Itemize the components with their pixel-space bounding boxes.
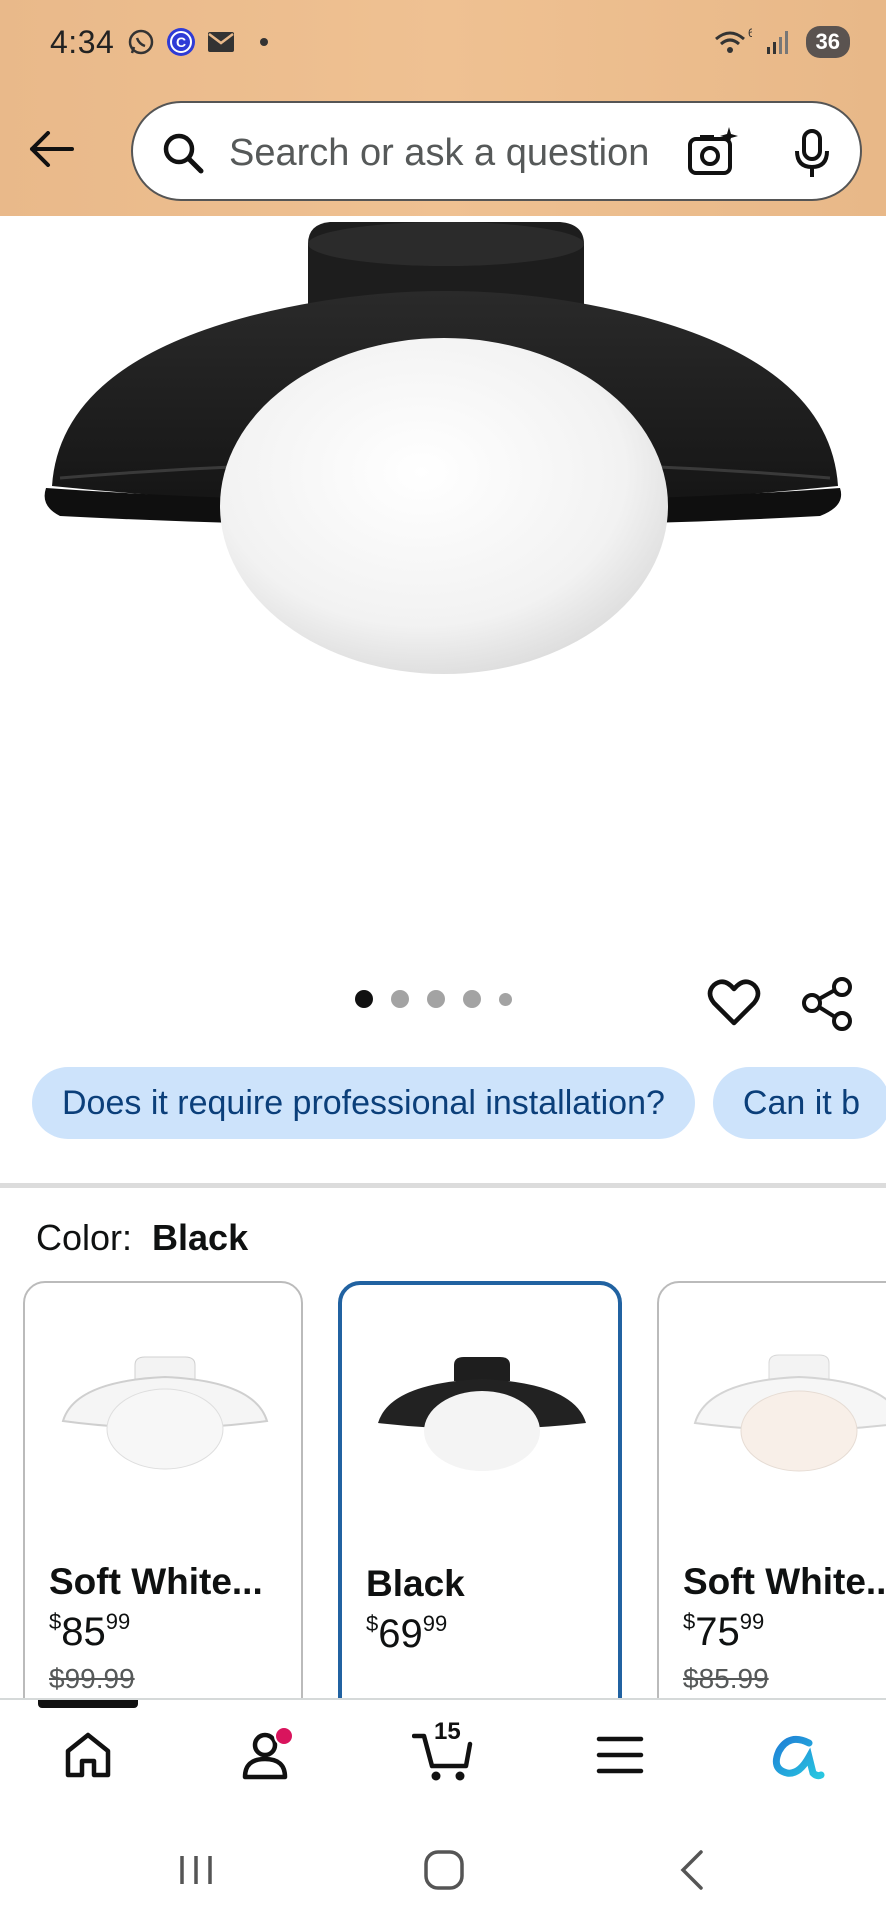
question-chip[interactable]: Can it b bbox=[712, 1067, 886, 1139]
product-thumbnail bbox=[61, 1356, 269, 1470]
chevron-left-icon bbox=[680, 1850, 703, 1890]
product-thumbnail bbox=[378, 1357, 586, 1471]
status-bar: 4:34 C 6 36 bbox=[50, 18, 850, 66]
option-list-price: $99.99 bbox=[49, 1663, 135, 1694]
home-square-icon bbox=[424, 1850, 464, 1890]
product-image[interactable] bbox=[0, 216, 886, 966]
svg-text:C: C bbox=[176, 34, 186, 50]
active-tab-indicator bbox=[38, 1700, 138, 1708]
section-divider bbox=[0, 1183, 886, 1188]
search-icon bbox=[163, 133, 204, 174]
color-option-soft-white-2[interactable]: Soft White... $7599 $85.99 bbox=[657, 1281, 886, 1699]
color-options: Soft White... $8599 $99.99 Black $6999 S… bbox=[0, 1281, 886, 1699]
option-name: Soft White... bbox=[683, 1561, 886, 1602]
rufus-icon bbox=[772, 1735, 825, 1780]
home-system-button[interactable] bbox=[414, 1840, 474, 1900]
nav-account[interactable] bbox=[230, 1720, 300, 1790]
status-time: 4:34 bbox=[50, 23, 115, 60]
system-status-icons: 6 36 bbox=[712, 26, 850, 58]
pager-dot[interactable] bbox=[463, 990, 481, 1008]
signal-icon bbox=[764, 27, 794, 57]
menu-icon bbox=[596, 1736, 644, 1774]
option-name: Soft White... bbox=[49, 1561, 263, 1602]
dot-icon bbox=[260, 38, 269, 46]
pager-dot[interactable] bbox=[355, 990, 373, 1008]
system-navigation-bar bbox=[0, 1810, 886, 1920]
image-pager[interactable] bbox=[355, 990, 512, 1008]
nav-rufus[interactable] bbox=[762, 1720, 832, 1790]
heart-icon bbox=[707, 979, 761, 1026]
selected-color: Black bbox=[152, 1217, 249, 1258]
recent-apps-button[interactable] bbox=[166, 1840, 226, 1900]
battery-icon: 36 bbox=[805, 26, 850, 58]
nav-cart[interactable]: 15 bbox=[408, 1718, 478, 1790]
color-option-soft-white[interactable]: Soft White... $8599 $99.99 bbox=[23, 1281, 303, 1699]
option-price: $6999 bbox=[366, 1611, 448, 1656]
cart-count: 15 bbox=[434, 1718, 461, 1745]
nav-home[interactable] bbox=[53, 1720, 123, 1790]
wishlist-button[interactable] bbox=[706, 975, 762, 1031]
recent-apps-icon bbox=[180, 1856, 212, 1884]
top-header: 4:34 C 6 36 bbox=[0, 0, 886, 216]
voice-search-button[interactable] bbox=[785, 125, 841, 181]
home-icon bbox=[65, 1732, 111, 1778]
option-price: $7599 bbox=[683, 1609, 765, 1654]
notification-icons: C bbox=[126, 27, 269, 57]
pager-dot[interactable] bbox=[499, 992, 512, 1006]
question-chips: Does it require professional installatio… bbox=[32, 1067, 886, 1139]
pager-dot[interactable] bbox=[391, 990, 409, 1008]
bottom-navigation: 15 bbox=[0, 1698, 886, 1810]
search-bar[interactable] bbox=[131, 101, 862, 201]
share-icon bbox=[802, 977, 852, 1031]
whatsapp-icon bbox=[126, 27, 156, 57]
option-list-price: $85.99 bbox=[683, 1663, 769, 1694]
notification-badge bbox=[274, 1726, 294, 1746]
back-button[interactable] bbox=[26, 124, 76, 174]
microphone-icon bbox=[795, 129, 829, 177]
product-thumbnail bbox=[693, 1354, 886, 1472]
wifi-icon: 6 bbox=[712, 27, 752, 57]
camera-search-button[interactable] bbox=[685, 125, 741, 181]
arrow-left-icon bbox=[30, 131, 74, 167]
c-app-icon: C bbox=[166, 27, 196, 57]
color-label-row: Color: Black bbox=[36, 1217, 248, 1259]
camera-sparkle-icon bbox=[688, 127, 738, 175]
question-chip[interactable]: Does it require professional installatio… bbox=[32, 1067, 695, 1139]
option-name: Black bbox=[366, 1563, 465, 1604]
svg-text:6: 6 bbox=[748, 27, 752, 40]
option-price: $8599 bbox=[49, 1609, 131, 1654]
mail-icon bbox=[206, 27, 236, 57]
share-button[interactable] bbox=[800, 975, 856, 1031]
color-label: Color: bbox=[36, 1217, 133, 1258]
nav-menu[interactable] bbox=[585, 1720, 655, 1790]
back-system-button[interactable] bbox=[662, 1840, 722, 1900]
color-option-black[interactable]: Black $6999 bbox=[338, 1281, 622, 1699]
pager-dot[interactable] bbox=[427, 990, 445, 1008]
